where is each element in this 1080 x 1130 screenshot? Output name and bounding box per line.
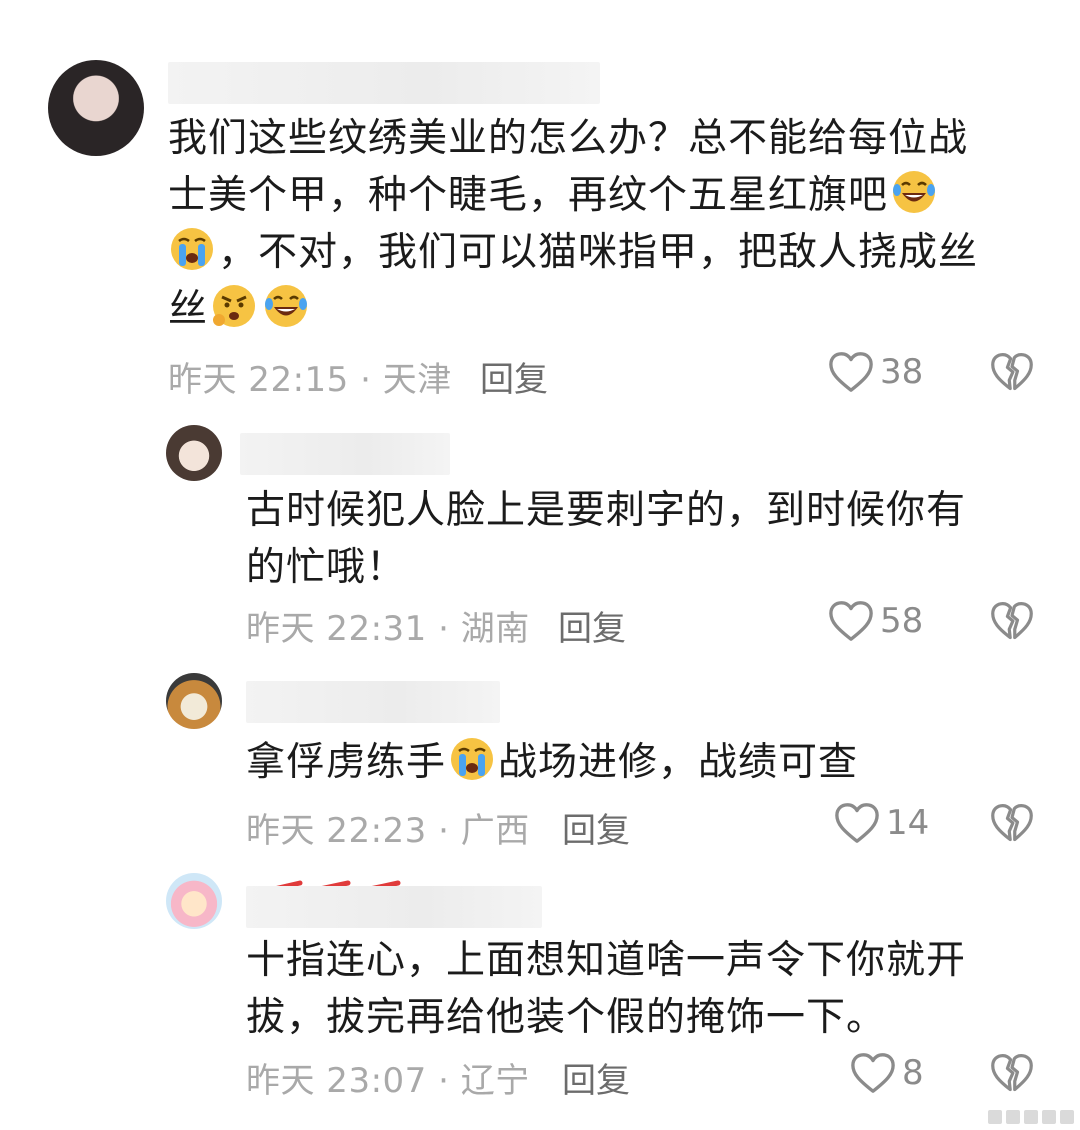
watermark-mark (1042, 1110, 1056, 1124)
like-button[interactable]: 38 (828, 350, 923, 394)
broken-heart-icon[interactable] (990, 1051, 1034, 1095)
reply-button[interactable]: 回复 (558, 601, 626, 650)
comment-line: 士美个甲，种个睫毛，再纹个五星红旗吧 (168, 167, 1048, 224)
comment-meta: 昨天 22:23 · 广西 (246, 811, 530, 851)
comment-meta: 昨天 22:31 · 湖南 (246, 609, 530, 649)
laugh-cry-emoji-icon (262, 282, 310, 330)
comment-meta: 昨天 22:15 · 天津 (168, 360, 452, 400)
like-button[interactable]: 14 (834, 801, 929, 845)
comment-line: 丝 (168, 281, 1048, 338)
heart-outline-icon (828, 350, 874, 394)
avatar[interactable] (48, 60, 144, 156)
comment-line: 拿俘虏练手 战场进修，战绩可查 (246, 734, 1046, 791)
crying-emoji-icon (448, 735, 496, 783)
broken-heart-icon[interactable] (990, 599, 1034, 643)
avatar[interactable] (166, 425, 222, 481)
like-count: 8 (902, 1053, 924, 1093)
heart-outline-icon (850, 1051, 896, 1095)
comment-text: 古时候犯人脸上是要刺字的，到时候你有 的忙哦！ (246, 482, 1046, 596)
comment-line: 我们这些纹绣美业的怎么办？总不能给每位战 (168, 116, 969, 161)
watermark-mark (1060, 1110, 1074, 1124)
username-blurred[interactable] (168, 62, 600, 104)
laugh-cry-emoji-icon (890, 168, 938, 216)
avatar[interactable] (166, 873, 222, 929)
crying-emoji-icon (168, 225, 216, 273)
reply-button[interactable]: 回复 (480, 352, 548, 401)
broken-heart-icon[interactable] (990, 801, 1034, 845)
comment-line: 古时候犯人脸上是要刺字的，到时候你有 (246, 488, 967, 533)
comment-line: 拔，拔完再给他装个假的掩饰一下。 (246, 995, 887, 1040)
username-blurred[interactable] (246, 681, 500, 723)
like-count: 14 (886, 803, 930, 843)
comment-line-text: ，不对，我们可以猫咪指甲，把敌人挠成丝 (218, 230, 979, 275)
comment-line-text: 拿俘虏练手 (246, 740, 447, 785)
comment-text: 我们这些纹绣美业的怎么办？总不能给每位战 士美个甲，种个睫毛，再纹个五星红旗吧 … (168, 110, 1048, 338)
comment-line-text: 士美个甲，种个睫毛，再纹个五星红旗吧 (168, 173, 889, 218)
watermark-mark (1024, 1110, 1038, 1124)
broken-heart-icon[interactable] (990, 350, 1034, 394)
comment-text: 拿俘虏练手 战场进修，战绩可查 (246, 734, 1046, 791)
comment-line: 十指连心，上面想知道啥一声令下你就开 (246, 938, 967, 983)
comment-line: ，不对，我们可以猫咪指甲，把敌人挠成丝 (168, 224, 1048, 281)
comment-meta: 昨天 23:07 · 辽宁 (246, 1061, 530, 1101)
avatar[interactable] (166, 673, 222, 729)
comment-line-text: 战场进修，战绩可查 (498, 740, 859, 785)
heart-outline-icon (828, 599, 874, 643)
watermark-mark (1006, 1110, 1020, 1124)
comment-line-text: 丝 (168, 287, 209, 332)
like-button[interactable]: 58 (828, 599, 923, 643)
angry-emoji-icon (210, 282, 258, 330)
watermark (988, 1110, 1074, 1124)
like-count: 38 (880, 352, 924, 392)
like-button[interactable]: 8 (850, 1051, 924, 1095)
comment-line: 的忙哦！ (246, 545, 407, 590)
reply-button[interactable]: 回复 (562, 803, 630, 852)
reply-button[interactable]: 回复 (562, 1053, 630, 1102)
watermark-mark (988, 1110, 1002, 1124)
heart-outline-icon (834, 801, 880, 845)
comment-text: 十指连心，上面想知道啥一声令下你就开 拔，拔完再给他装个假的掩饰一下。 (246, 932, 1046, 1046)
like-count: 58 (880, 601, 924, 641)
username-blurred[interactable] (240, 433, 450, 475)
username-blurred[interactable] (246, 886, 542, 928)
